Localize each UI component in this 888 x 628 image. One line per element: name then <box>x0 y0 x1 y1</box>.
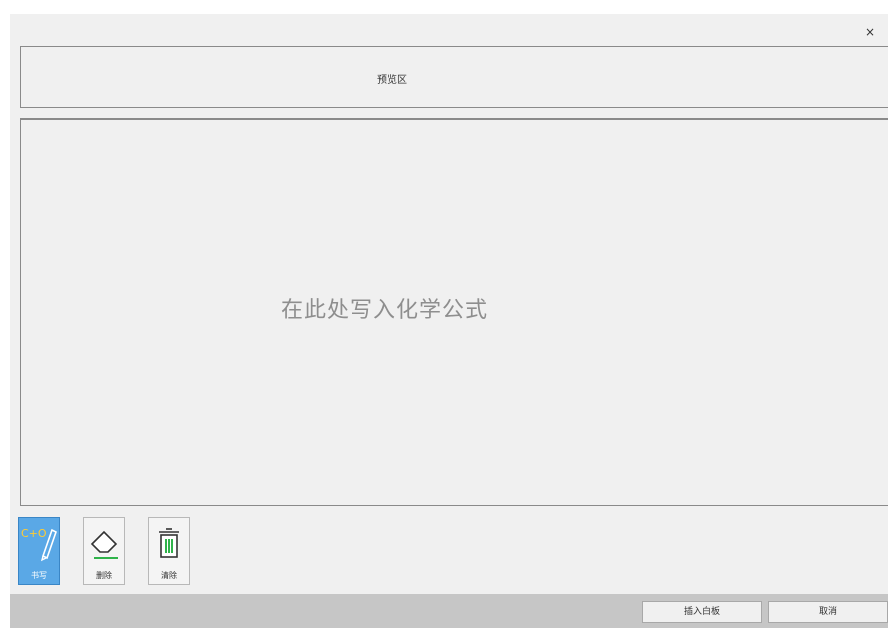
delete-tool-button[interactable]: 删除 <box>83 517 125 585</box>
delete-tool-label: 删除 <box>96 571 112 580</box>
formula-dialog: × 预览区 在此处写入化学公式 C+O 书写 删除 清除 插入白板 取消 <box>10 14 888 628</box>
preview-label: 预览区 <box>377 75 407 86</box>
pen-formula-icon: C+O <box>21 527 57 562</box>
cancel-button[interactable]: 取消 <box>768 601 888 623</box>
write-tool-label: 书写 <box>31 571 47 580</box>
button-bar: 插入白板 取消 <box>10 594 888 628</box>
pen-formula-icon-text: C+O <box>21 527 47 540</box>
preview-area: 预览区 <box>20 46 888 108</box>
close-button[interactable]: × <box>862 24 878 40</box>
clear-tool-button[interactable]: 清除 <box>148 517 190 585</box>
eraser-icon <box>90 530 118 559</box>
handwriting-canvas[interactable]: 在此处写入化学公式 <box>20 118 888 506</box>
clear-tool-label: 清除 <box>161 571 177 580</box>
write-tool-button[interactable]: C+O 书写 <box>18 517 60 585</box>
canvas-hint-text: 在此处写入化学公式 <box>281 298 489 323</box>
insert-whiteboard-button[interactable]: 插入白板 <box>642 601 762 623</box>
trash-icon <box>159 528 179 558</box>
